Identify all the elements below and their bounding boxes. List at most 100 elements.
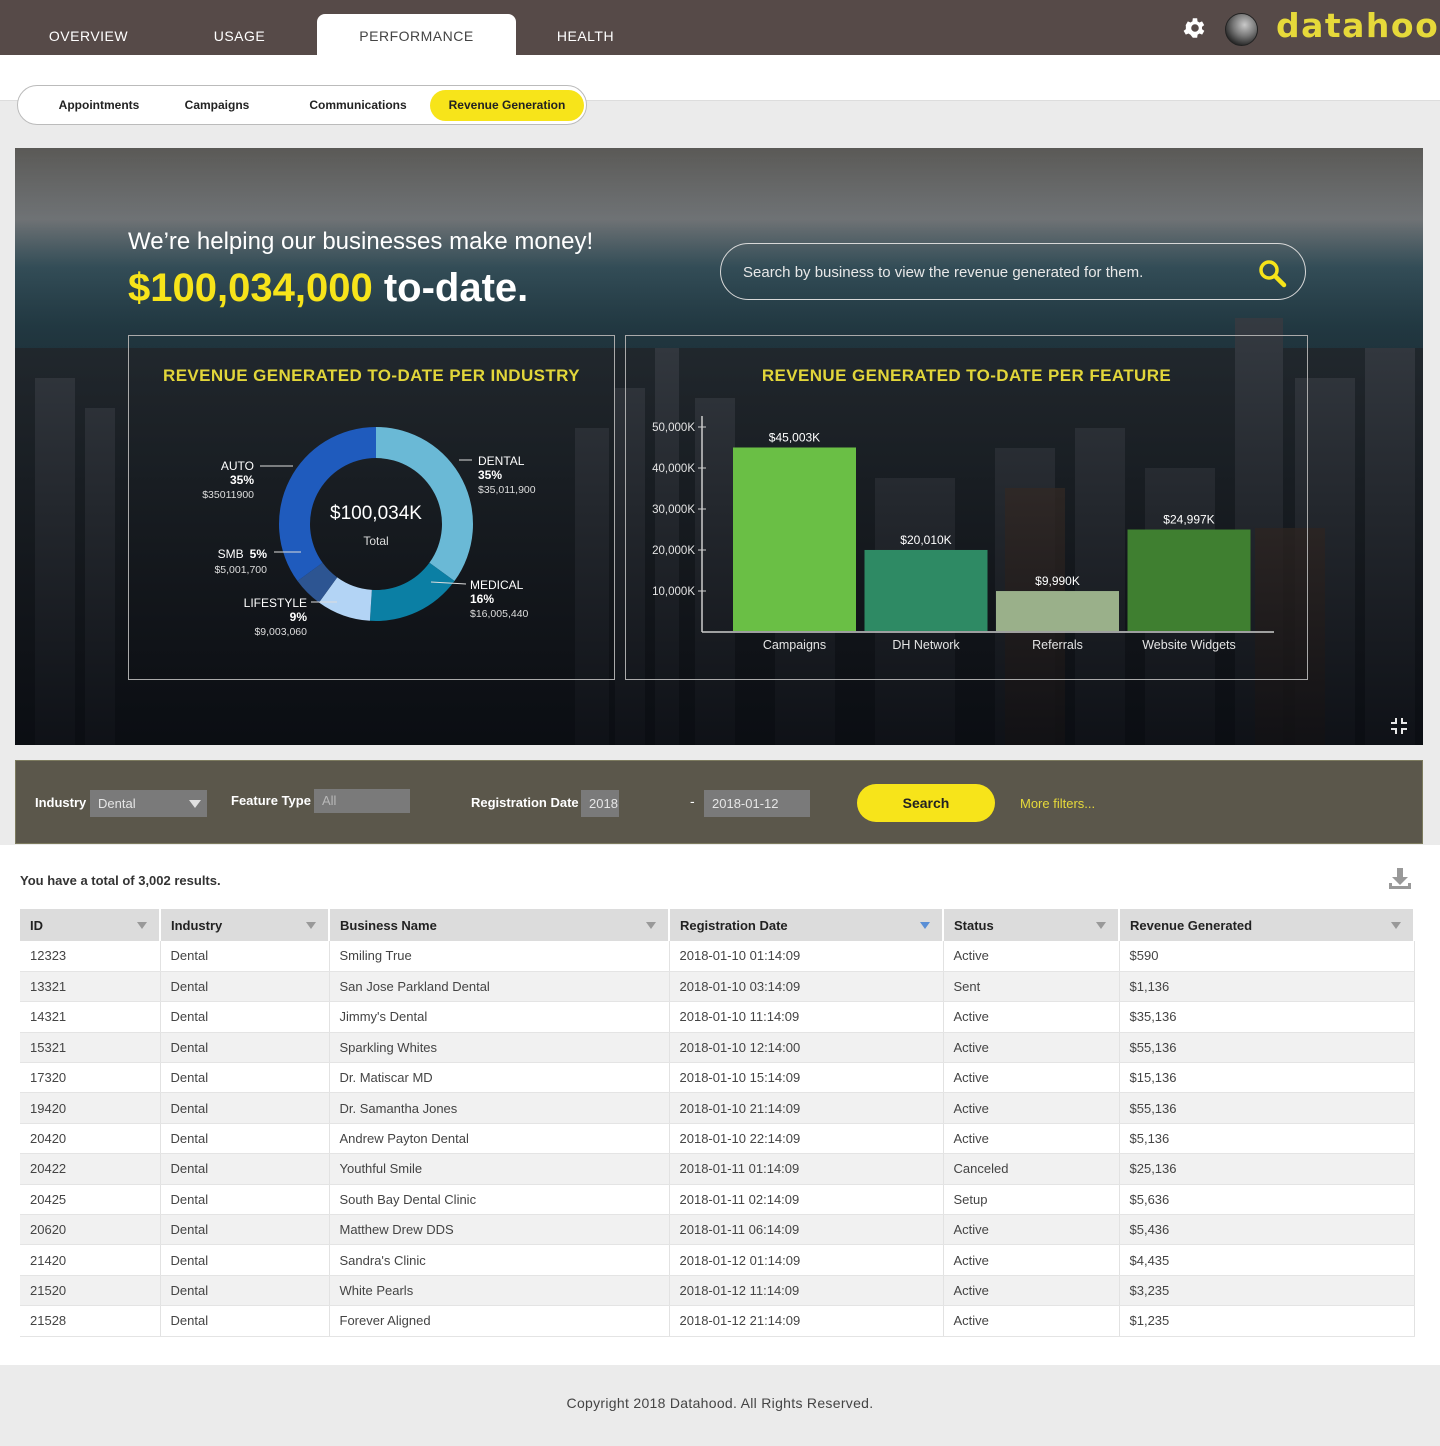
table-cell: Sandra's Clinic bbox=[329, 1244, 670, 1276]
table-row[interactable]: 13321 Dental San Jose Parkland Dental 2018-… bbox=[20, 971, 1415, 1003]
table-cell: 2018-01-11 06:14:09 bbox=[669, 1214, 944, 1246]
table-row[interactable]: 12323 Dental Smiling True 2018-01-10 01:14:… bbox=[20, 941, 1415, 972]
x-category-label: Campaigns bbox=[763, 638, 826, 652]
column-header-status[interactable]: Status bbox=[943, 909, 1120, 941]
user-avatar[interactable] bbox=[1225, 13, 1258, 46]
donut-label-percent: 16% bbox=[470, 592, 494, 606]
table-cell: $55,136 bbox=[1119, 1032, 1415, 1064]
industry-chart-panel: REVENUE GENERATED TO-DATE PER INDUSTRY $… bbox=[128, 335, 615, 680]
column-header-revenue[interactable]: Revenue Generated bbox=[1119, 909, 1415, 941]
date-from-input[interactable]: 2018 bbox=[581, 790, 619, 817]
column-header-registration-date[interactable]: Registration Date bbox=[669, 909, 944, 941]
sort-arrow-icon[interactable] bbox=[1391, 922, 1401, 929]
subtab-revenue-generation[interactable]: Revenue Generation bbox=[430, 90, 584, 121]
donut-label-name: SMB 5% bbox=[218, 547, 268, 561]
table-cell: Active bbox=[943, 1244, 1120, 1276]
table-cell: $3,235 bbox=[1119, 1275, 1415, 1307]
table-cell: White Pearls bbox=[329, 1275, 670, 1307]
table-cell: $1,136 bbox=[1119, 971, 1415, 1003]
results-table: ID Industry Business Name Registration D… bbox=[20, 909, 1415, 1337]
sort-arrow-icon[interactable] bbox=[306, 922, 316, 929]
table-cell: 2018-01-10 21:14:09 bbox=[669, 1092, 944, 1124]
sort-arrow-icon[interactable] bbox=[646, 922, 656, 929]
table-cell: $4,435 bbox=[1119, 1244, 1415, 1276]
table-cell: 2018-01-12 11:14:09 bbox=[669, 1275, 944, 1307]
table-row[interactable]: 21528 Dental Forever Aligned 2018-01-12 21:… bbox=[20, 1305, 1415, 1337]
column-header-business-name[interactable]: Business Name bbox=[329, 909, 670, 941]
table-cell: Sent bbox=[943, 971, 1120, 1003]
table-cell: South Bay Dental Clinic bbox=[329, 1184, 670, 1216]
bar-website-widgets[interactable] bbox=[1127, 529, 1251, 631]
column-header-id[interactable]: ID bbox=[20, 909, 161, 941]
search-button[interactable]: Search bbox=[857, 784, 995, 822]
table-row[interactable]: 21420 Dental Sandra's Clinic 2018-01-12 01:… bbox=[20, 1244, 1415, 1276]
tab-usage[interactable]: USAGE bbox=[166, 14, 313, 55]
collapse-icon[interactable] bbox=[1389, 716, 1409, 736]
more-filters-link[interactable]: More filters... bbox=[1020, 796, 1095, 811]
table-cell: $15,136 bbox=[1119, 1062, 1415, 1094]
subtab-appointments[interactable]: Appointments bbox=[40, 90, 158, 121]
industry-filter-label: Industry bbox=[35, 795, 87, 810]
bar-campaigns[interactable] bbox=[733, 447, 856, 631]
table-row[interactable]: 20420 Dental Andrew Payton Dental 2018-01-1… bbox=[20, 1123, 1415, 1155]
table-row[interactable]: 21520 Dental White Pearls 2018-01-12 11:14:… bbox=[20, 1275, 1415, 1307]
filter-bar: Industry Dental Feature Type All Registr… bbox=[15, 760, 1423, 844]
tab-performance[interactable]: PERFORMANCE bbox=[317, 14, 516, 55]
search-icon[interactable] bbox=[1257, 258, 1287, 288]
download-icon[interactable] bbox=[1387, 866, 1413, 892]
table-cell: 20620 bbox=[20, 1214, 161, 1246]
subtab-communications[interactable]: Communications bbox=[288, 90, 428, 121]
table-cell: Dental bbox=[160, 1184, 330, 1216]
feature-type-label: Feature Type bbox=[231, 793, 311, 808]
donut-label-name: LIFESTYLE bbox=[244, 596, 307, 610]
tab-overview[interactable]: OVERVIEW bbox=[15, 14, 162, 55]
bar-referrals[interactable] bbox=[996, 591, 1119, 631]
industry-select[interactable]: Dental bbox=[90, 790, 207, 817]
feature-bar-chart: 10,000K 20,000K 30,000K 40,000K 50,000K $45,0… bbox=[652, 416, 1274, 652]
table-cell: Dental bbox=[160, 971, 330, 1003]
footer-copyright: Copyright 2018 Datahood. All Rights Rese… bbox=[0, 1366, 1440, 1446]
table-cell: Dental bbox=[160, 941, 330, 972]
table-cell: 2018-01-12 21:14:09 bbox=[669, 1305, 944, 1337]
table-row[interactable]: 20620 Dental Matthew Drew DDS 2018-01-11 06… bbox=[20, 1214, 1415, 1246]
sort-arrow-icon[interactable] bbox=[1096, 922, 1106, 929]
sort-arrow-icon[interactable] bbox=[920, 922, 930, 929]
table-cell: Dental bbox=[160, 1062, 330, 1094]
table-cell: Dental bbox=[160, 1244, 330, 1276]
column-header-industry[interactable]: Industry bbox=[160, 909, 330, 941]
table-cell: 2018-01-10 01:14:09 bbox=[669, 941, 944, 972]
date-to-input[interactable]: 2018-01-12 bbox=[704, 790, 810, 817]
table-cell: Smiling True bbox=[329, 941, 670, 972]
table-cell: 2018-01-12 01:14:09 bbox=[669, 1244, 944, 1276]
gear-icon[interactable] bbox=[1182, 15, 1208, 41]
table-row[interactable]: 14321 Dental Jimmy's Dental 2018-01-10 11:1… bbox=[20, 1001, 1415, 1033]
table-row[interactable]: 20422 Dental Youthful Smile 2018-01-11 01:1… bbox=[20, 1153, 1415, 1185]
table-cell: Active bbox=[943, 941, 1120, 972]
chevron-down-icon bbox=[189, 800, 201, 808]
hero-total: $100,034,000 to-date. bbox=[128, 266, 528, 311]
business-search-input[interactable] bbox=[743, 259, 1243, 285]
table-row[interactable]: 20425 Dental South Bay Dental Clinic 2018-0… bbox=[20, 1184, 1415, 1216]
donut-label-percent: 5% bbox=[250, 547, 268, 561]
table-cell: Dental bbox=[160, 1153, 330, 1185]
table-cell: Active bbox=[943, 1062, 1120, 1094]
table-cell: Active bbox=[943, 1092, 1120, 1124]
table-row[interactable]: 15321 Dental Sparkling Whites 2018-01-10 12… bbox=[20, 1032, 1415, 1064]
table-cell: 2018-01-10 12:14:00 bbox=[669, 1032, 944, 1064]
bar-dh-network[interactable] bbox=[864, 549, 988, 631]
date-from-value: 2018 bbox=[589, 796, 618, 811]
subtab-campaigns[interactable]: Campaigns bbox=[158, 90, 276, 121]
table-cell: Dental bbox=[160, 1275, 330, 1307]
table-row[interactable]: 17320 Dental Dr. Matiscar MD 2018-01-10 15:… bbox=[20, 1062, 1415, 1094]
table-cell: Dental bbox=[160, 1305, 330, 1337]
donut-label-percent: 35% bbox=[478, 468, 502, 482]
table-cell: $35,136 bbox=[1119, 1001, 1415, 1033]
feature-type-select[interactable]: All bbox=[314, 789, 410, 813]
sort-arrow-icon[interactable] bbox=[137, 922, 147, 929]
column-header-label: Registration Date bbox=[680, 917, 788, 933]
table-cell: 21520 bbox=[20, 1275, 161, 1307]
tab-health[interactable]: HEALTH bbox=[512, 14, 659, 55]
table-cell: 21528 bbox=[20, 1305, 161, 1337]
table-row[interactable]: 19420 Dental Dr. Samantha Jones 2018-01-10 … bbox=[20, 1092, 1415, 1124]
hero-total-amount: $100,034,000 bbox=[128, 266, 373, 310]
